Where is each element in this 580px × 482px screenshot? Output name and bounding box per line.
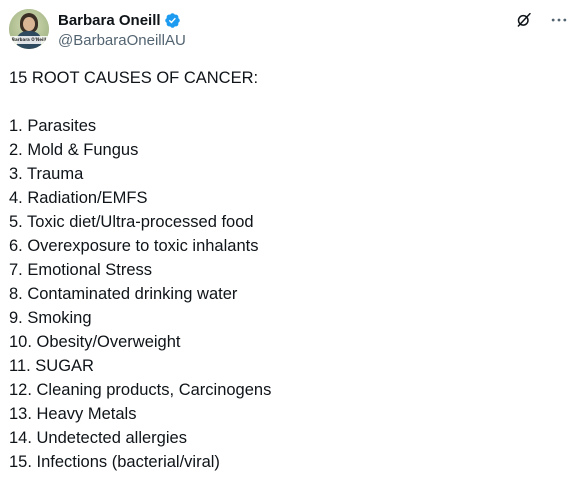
- avatar-face: [23, 17, 35, 31]
- verified-badge-icon[interactable]: [164, 12, 181, 29]
- list-item: 6. Overexposure to toxic inhalants: [9, 237, 259, 255]
- author-info: Barbara Oneill @BarbaraOneillAU: [58, 10, 186, 51]
- list-item: 4. Radiation/EMFS: [9, 189, 148, 207]
- more-icon[interactable]: [549, 11, 569, 29]
- list-item: 7. Emotional Stress: [9, 261, 153, 279]
- list-item: 9. Smoking: [9, 309, 92, 327]
- avatar-caption: Barbara O'Neill: [9, 36, 49, 44]
- tweet-header: Barbara O'Neill Barbara Oneill @BarbaraO…: [9, 9, 571, 53]
- list-item: 15. Infections (bacterial/viral): [9, 453, 220, 471]
- list-item: 1. Parasites: [9, 117, 97, 135]
- tweet-card: Barbara O'Neill Barbara Oneill @BarbaraO…: [0, 0, 580, 482]
- list-item: 2. Mold & Fungus: [9, 141, 139, 159]
- display-name[interactable]: Barbara Oneill: [58, 12, 161, 29]
- list-item: 14. Undetected allergies: [9, 429, 187, 447]
- list-item: 5. Toxic diet/Ultra-processed food: [9, 213, 254, 231]
- avatar[interactable]: Barbara O'Neill: [9, 9, 49, 49]
- post-title: 15 ROOT CAUSES OF CANCER:: [9, 69, 259, 87]
- name-row: Barbara Oneill: [58, 10, 186, 30]
- list-item: 3. Trauma: [9, 165, 84, 183]
- list-item: 10. Obesity/Overweight: [9, 333, 181, 351]
- grok-icon[interactable]: [515, 11, 533, 29]
- list-item: 8. Contaminated drinking water: [9, 285, 238, 303]
- list-item: 12. Cleaning products, Carcinogens: [9, 381, 272, 399]
- author-handle[interactable]: @BarbaraOneillAU: [58, 31, 186, 51]
- cause-list: 1. Parasites 2. Mold & Fungus 3. Trauma …: [9, 114, 570, 474]
- list-item: 11. SUGAR: [9, 357, 94, 375]
- list-item: 13. Heavy Metals: [9, 405, 137, 423]
- tweet-text: 15 ROOT CAUSES OF CANCER: 1. Parasites 2…: [9, 66, 570, 474]
